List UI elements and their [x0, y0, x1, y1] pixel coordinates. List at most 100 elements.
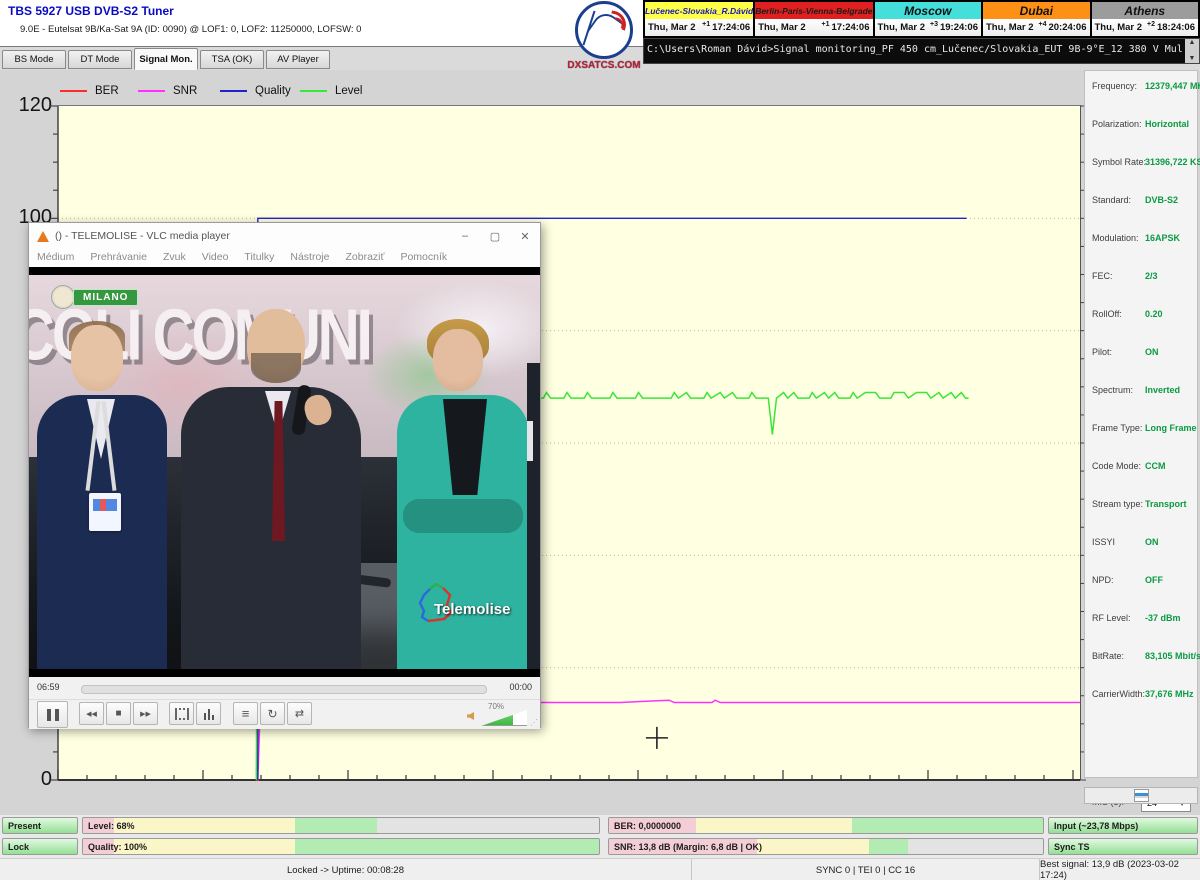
param-row-standard: Standard: DVB-S2 — [1085, 195, 1197, 211]
letterbox-bottom — [29, 669, 540, 677]
volume-percent: 70% — [488, 702, 504, 711]
menu-nstroje[interactable]: Nástroje — [282, 249, 337, 267]
level-bar: Level: 68% — [82, 817, 600, 834]
terminal-window[interactable]: C:\Users\Roman Dávid>Signal monitoring_P… — [643, 38, 1200, 64]
watermark-text: Telemolise — [434, 601, 510, 618]
clock-date: Thu, Mar 2 — [878, 22, 926, 33]
param-row-symbolrate: Symbol Rate:31396,722 KS/s — [1085, 157, 1197, 173]
clock-time: Thu, Mar 2+420:24:06 — [983, 19, 1090, 36]
fullscreen-button[interactable] — [169, 702, 194, 725]
param-label: Standard: — [1092, 195, 1131, 205]
param-row-modulation: Modulation:16APSK — [1085, 233, 1197, 249]
menu-titulky[interactable]: Titulky — [236, 249, 282, 267]
lanyard-badge — [89, 493, 121, 531]
tab-bs-mode[interactable]: BS Mode — [2, 50, 66, 69]
param-label: ISSYI — [1092, 537, 1115, 547]
param-row-pilot: Pilot:ON — [1085, 347, 1197, 363]
param-label: Symbol Rate: — [1092, 157, 1146, 167]
person-center-suit — [181, 387, 361, 669]
pause-button[interactable] — [37, 701, 68, 728]
status-row-1: LockQuality: 100%SNR: 13,8 dB (Margin: 6… — [0, 838, 1200, 855]
minimize-button[interactable]: – — [450, 224, 480, 248]
bar-label: SNR: 13,8 dB (Margin: 6,8 dB | OK) — [614, 842, 762, 852]
random-button[interactable]: ⇄ — [287, 702, 312, 725]
clock-utc-offset: +4 — [1034, 21, 1047, 28]
param-value: 2/3 — [1145, 271, 1158, 281]
volume-slider[interactable] — [481, 710, 527, 726]
param-value: 83,105 Mbit/s — [1145, 651, 1200, 661]
playlist-button[interactable]: ≡ — [233, 702, 258, 725]
clock-utc-offset: +1 — [806, 21, 830, 28]
legend-line-swatch — [300, 90, 327, 92]
param-row-bitrate: BitRate:83,105 Mbit/s — [1085, 651, 1197, 667]
menu-mdium[interactable]: Médium — [29, 249, 82, 267]
clock-city-label: Moscow — [875, 2, 982, 19]
status-row-0: PresentLevel: 68%BER: 0,0000000Input (~2… — [0, 817, 1200, 834]
clock-city-label: Berlin-Paris-Vienna-Belgrade — [755, 2, 872, 19]
extended-settings-button[interactable] — [196, 702, 221, 725]
tab-dt-mode[interactable]: DT Mode — [68, 50, 132, 69]
clock-lu-enec-slovakia-r-d-vid: Lučenec-Slovakia_R.DávidThu, Mar 2+117:2… — [645, 2, 755, 36]
pause-icon — [47, 709, 51, 721]
tab-av-player[interactable]: AV Player — [266, 50, 330, 69]
app-title: TBS 5927 USB DVB-S2 Tuner — [8, 4, 174, 18]
menu-zvuk[interactable]: Zvuk — [155, 249, 194, 267]
clock-berlin-paris-vienna-belgrade: Berlin-Paris-Vienna-BelgradeThu, Mar 2+1… — [755, 2, 874, 36]
broadcaster-logo-icon — [51, 285, 75, 309]
clock-value: 17:24:06 — [831, 22, 869, 33]
bar-label: BER: 0,0000000 — [614, 821, 681, 831]
menu-video[interactable]: Video — [194, 249, 237, 267]
vlc-title-bar[interactable]: () - TELEMOLISE - VLC media player – ▢ ✕ — [29, 223, 540, 249]
clock-utc-offset: +2 — [1142, 21, 1155, 28]
elapsed-time: 06:59 — [37, 682, 60, 692]
video-frame[interactable]: COLI COMUNI MILANO — [29, 267, 540, 677]
menu-pomocnk[interactable]: Pomocník — [392, 249, 455, 267]
param-label: NPD: — [1092, 575, 1114, 585]
legend-item-level: Level — [300, 84, 363, 98]
bar-label: Level: 68% — [88, 821, 135, 831]
transponder-parameters-panel: MIS (3): 24 ▼ Frequency:12379,447 MHzPol… — [1084, 70, 1198, 778]
channel-watermark: Telemolise — [416, 581, 526, 633]
dxsatcs-logo: DXSATCS.COM — [563, 1, 645, 65]
terminal-scrollbar[interactable]: ▲▼ — [1185, 39, 1199, 63]
clock-value: 18:24:06 — [1157, 22, 1195, 33]
clock-value: 19:24:06 — [940, 22, 978, 33]
param-value: Transport — [1145, 499, 1187, 509]
tab-tsa-ok-[interactable]: TSA (OK) — [200, 50, 264, 69]
menu-prehrvanie[interactable]: Prehrávanie — [82, 249, 155, 267]
vlc-window[interactable]: () - TELEMOLISE - VLC media player – ▢ ✕… — [28, 222, 541, 728]
param-value: 31396,722 KS/s — [1145, 157, 1200, 167]
clock-date: Thu, Mar 2 — [648, 22, 696, 33]
ber-bar: SNR: 13,8 dB (Margin: 6,8 dB | OK) — [608, 838, 1044, 855]
param-value: OFF — [1145, 575, 1163, 585]
stop-button[interactable]: ■ — [106, 702, 131, 725]
loop-button[interactable]: ↻ — [260, 702, 285, 725]
person-edge — [527, 363, 540, 669]
speaker-icon[interactable] — [467, 712, 474, 720]
param-label: Frame Type: — [1092, 423, 1142, 433]
clock-date: Thu, Mar 2 — [986, 22, 1034, 33]
tab-signal-mon-[interactable]: Signal Mon. — [134, 48, 198, 70]
param-value: DVB-S2 — [1145, 195, 1178, 205]
close-button[interactable]: ✕ — [510, 224, 540, 248]
vlc-controls: 70% ⋰ ◀◀■▶▶ ≡↻⇄ — [29, 699, 540, 729]
previous-icon-button[interactable]: ◀◀ — [79, 702, 104, 725]
seek-slider[interactable] — [81, 685, 487, 694]
stream-list-button[interactable] — [1084, 787, 1198, 804]
remaining-time: 00:00 — [509, 682, 532, 692]
menu-zobrazi[interactable]: Zobraziť — [337, 249, 392, 267]
next-button[interactable]: ▶▶ — [133, 702, 158, 725]
maximize-button[interactable]: ▢ — [480, 224, 510, 248]
resize-grip[interactable]: ⋰ — [530, 718, 538, 727]
legend-label: Level — [335, 85, 363, 97]
terminal-command[interactable]: C:\Users\Roman Dávid>Signal monitoring_P… — [647, 44, 1183, 55]
clock-time: Thu, Mar 2+218:24:06 — [1092, 19, 1199, 36]
legend-line-swatch — [220, 90, 247, 92]
param-label: Pilot: — [1092, 347, 1112, 357]
best-signal-status: Best signal: 13,9 dB (2023-03-02 17:24) — [1040, 859, 1200, 880]
status-box-right: Input (~23,78 Mbps) — [1048, 817, 1198, 834]
param-label: Stream type: — [1092, 499, 1143, 509]
clock-value: 20:24:06 — [1048, 22, 1086, 33]
param-row-polarization: Polarization:Horizontal — [1085, 119, 1197, 135]
bar-label: Quality: 100% — [88, 842, 147, 852]
